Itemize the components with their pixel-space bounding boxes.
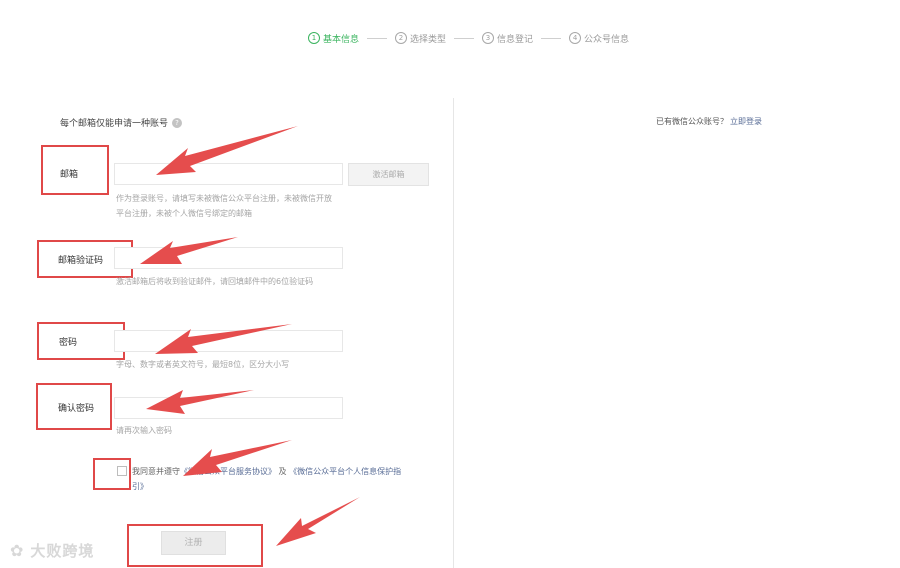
watermark-logo: ✿ 大败跨境 — [10, 540, 94, 561]
annotation-arrow — [140, 237, 238, 264]
annotation-arrow — [155, 324, 292, 354]
flower-icon: ✿ — [10, 541, 25, 560]
annotation-arrows — [140, 126, 360, 546]
annotation-arrow — [183, 440, 292, 476]
watermark-text: 大败跨境 — [30, 542, 95, 560]
annotation-arrow — [156, 126, 298, 175]
annotation-arrow — [276, 497, 360, 546]
annotation-arrow — [146, 390, 254, 414]
